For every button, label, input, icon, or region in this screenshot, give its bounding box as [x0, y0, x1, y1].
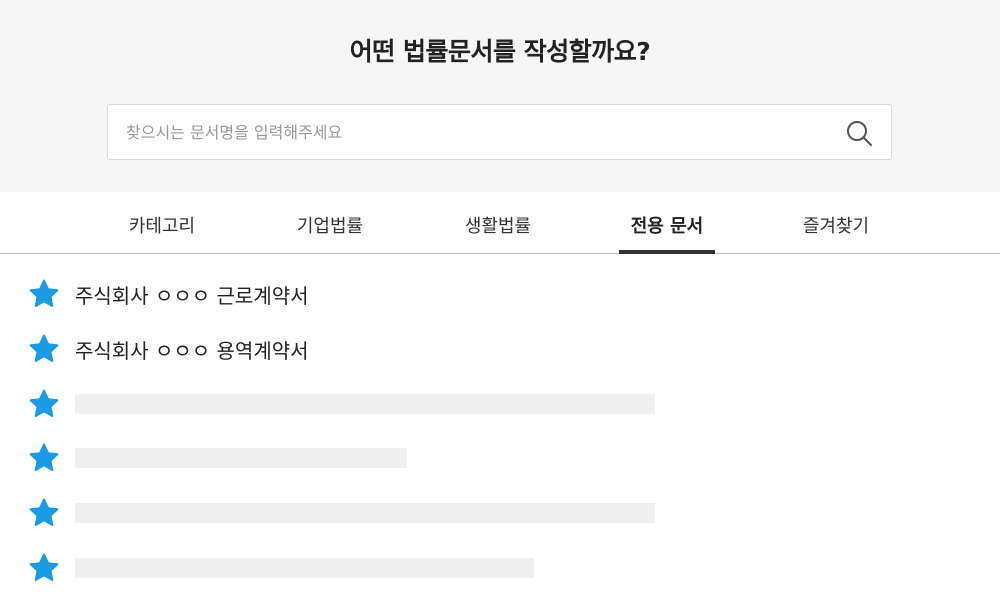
category-tabs: 카테고리 기업법률 생활법률 전용 문서 즐겨찾기 — [0, 192, 1000, 254]
tab-favorites[interactable]: 즐겨찾기 — [786, 192, 886, 254]
list-item-placeholder — [0, 382, 1000, 422]
list-item-placeholder — [0, 436, 1000, 476]
star-icon[interactable] — [28, 333, 60, 365]
loading-placeholder-bar — [75, 448, 407, 468]
loading-placeholder-bar — [75, 394, 655, 414]
list-item: 주식회사 ㅇㅇㅇ 근로계약서 — [0, 272, 1000, 312]
star-icon[interactable] — [28, 278, 60, 310]
loading-placeholder-bar — [75, 503, 655, 523]
active-tab-indicator — [619, 250, 715, 254]
tab-category[interactable]: 카테고리 — [112, 192, 212, 254]
document-title[interactable]: 주식회사 ㅇㅇㅇ 용역계약서 — [75, 335, 309, 364]
search-box — [107, 104, 892, 160]
star-icon[interactable] — [28, 497, 60, 529]
tab-exclusive-documents[interactable]: 전용 문서 — [617, 192, 717, 254]
list-item: 주식회사 ㅇㅇㅇ 용역계약서 — [0, 327, 1000, 367]
list-item-placeholder — [0, 491, 1000, 531]
star-icon[interactable] — [28, 388, 60, 420]
page-title: 어떤 법률문서를 작성할까요? — [349, 37, 651, 66]
search-icon[interactable] — [845, 119, 873, 147]
loading-placeholder-bar — [75, 558, 534, 578]
list-item-placeholder — [0, 546, 1000, 586]
tab-life-law[interactable]: 생활법률 — [448, 192, 548, 254]
document-title[interactable]: 주식회사 ㅇㅇㅇ 근로계약서 — [75, 280, 309, 309]
search-input[interactable] — [108, 105, 828, 159]
star-icon[interactable] — [28, 442, 60, 474]
tab-corporate-law[interactable]: 기업법률 — [280, 192, 380, 254]
hero-section: 어떤 법률문서를 작성할까요? — [0, 0, 1000, 192]
star-icon[interactable] — [28, 552, 60, 584]
